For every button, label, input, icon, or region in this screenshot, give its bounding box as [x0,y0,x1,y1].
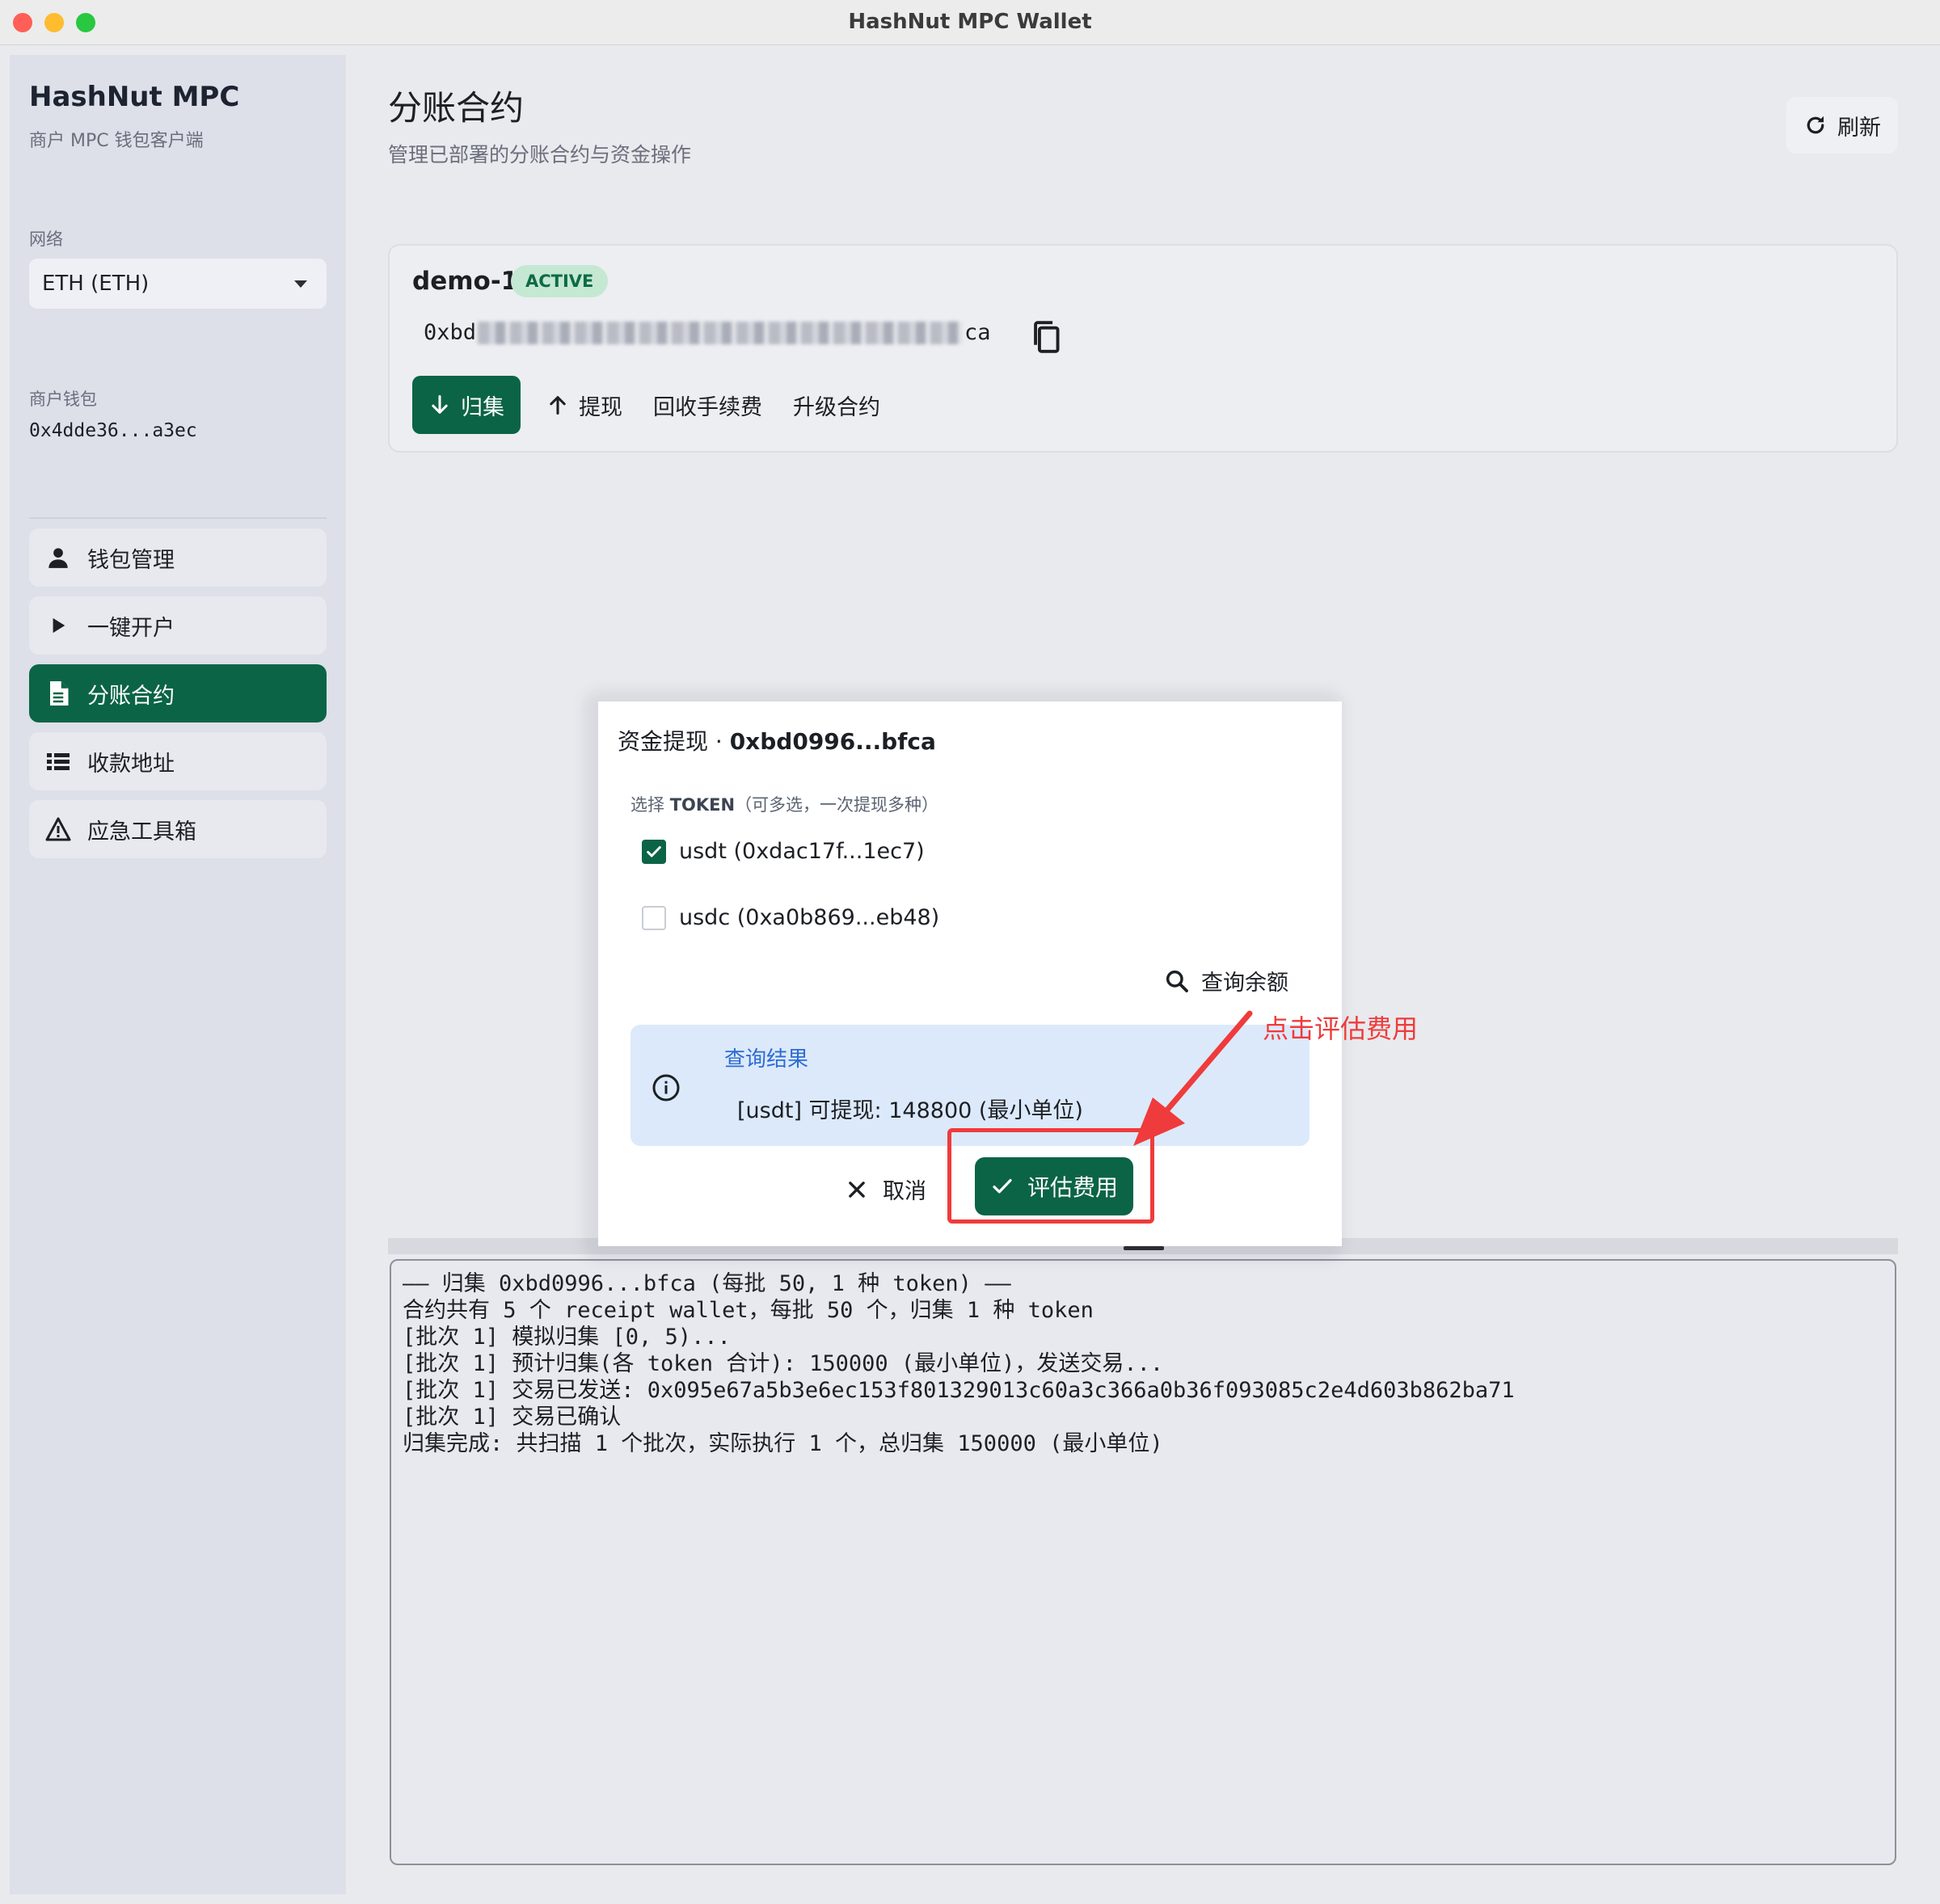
cancel-label: 取消 [883,1179,926,1204]
sidebar-item-split-contracts[interactable]: 分账合约 [29,664,327,722]
arrow-up-icon [550,396,566,415]
query-balance-button[interactable]: 查询余额 [1164,965,1288,996]
log-line: [批次 1] 交易已发送: 0x095e67a5b3e6ec153f801329… [403,1378,1515,1403]
sidebar-divider [29,517,327,519]
withdraw-label: 提现 [579,394,622,420]
status-badge: ACTIVE [511,265,609,297]
page-title: 分账合约 [388,88,525,128]
withdraw-button[interactable]: 提现 [535,376,634,434]
contract-name: demo-1 [412,267,519,296]
sidebar-item-label: 分账合约 [87,683,175,709]
query-balance-label: 查询余额 [1201,971,1288,996]
close-icon [849,1181,865,1198]
token-option-label: usdc (0xa0b869...eb48) [679,905,940,930]
log-line: 归集完成: 共扫描 1 个批次，实际执行 1 个，总归集 150000 (最小单… [403,1431,1163,1456]
window-titlebar: HashNut MPC Wallet [0,0,1940,45]
person-icon [45,545,71,571]
list-icon [45,748,71,774]
sidebar-item-label: 应急工具箱 [87,819,196,845]
token-option-usdc[interactable]: usdc (0xa0b869...eb48) [642,905,939,930]
window-title: HashNut MPC Wallet [848,10,1092,34]
check-icon [647,845,661,857]
dialog-title: 资金提现 · 0xbd0996...bfca [618,724,936,756]
page-subtitle: 管理已部署的分账合约与资金操作 [388,143,692,166]
warning-icon [45,816,71,842]
network-label: 网络 [29,230,63,249]
play-icon [45,613,71,638]
document-icon [45,680,71,706]
refresh-button[interactable]: 刷新 [1786,97,1898,154]
network-select[interactable]: ETH (ETH) [29,259,327,309]
log-output[interactable]: —— 归集 0xbd0996...bfca (每批 50, 1 种 token)… [390,1259,1896,1865]
refresh-label: 刷新 [1837,115,1881,141]
log-line: [批次 1] 模拟归集 [0, 5)... [403,1325,731,1350]
info-icon [652,1074,680,1102]
cancel-button[interactable]: 取消 [846,1173,926,1205]
app-name: HashNut MPC [29,81,240,113]
collect-label: 归集 [461,394,504,420]
address-redacted [478,321,964,344]
checkbox-checked[interactable] [642,839,666,864]
sidebar-item-receiving-addresses[interactable]: 收款地址 [29,732,327,790]
upgrade-contract-label: 升级合约 [793,394,880,420]
contract-actions: 归集 提现 回收手续费 升级合约 [412,375,900,435]
query-result-title: 查询结果 [724,1047,809,1072]
network-value: ETH (ETH) [42,272,150,296]
token-label-bold: TOKEN [669,795,736,815]
wallet-label: 商户钱包 [29,390,97,409]
sidebar-item-label: 一键开户 [87,615,175,641]
token-label-prefix: 选择 [630,795,670,815]
log-line: [批次 1] 预计归集(各 token 合计): 150000 (最小单位)，发… [403,1351,1164,1376]
reclaim-fee-label: 回收手续费 [653,394,762,420]
wallet-address: 0x4dde36...a3ec [29,420,197,441]
token-select-label: 选择 TOKEN（可多选，一次提现多种） [630,792,938,816]
sidebar-item-one-click-onboarding[interactable]: 一键开户 [29,596,327,655]
sidebar-item-label: 收款地址 [87,751,175,777]
address-suffix: ca [964,320,991,345]
query-result-text: [usdt] 可提现: 148800 (最小单位) [737,1098,1083,1123]
token-label-suffix: （可多选，一次提现多种） [735,795,939,815]
reclaim-fee-button[interactable]: 回收手续费 [642,376,774,434]
contract-address: 0xbd ca [424,320,991,345]
contract-card: demo-1 ACTIVE 0xbd ca 归集 提现 回收手续费 升级合约 [388,244,1898,453]
token-option-label: usdt (0xdac17f...1ec7) [679,839,925,864]
sidebar: HashNut MPC 商户 MPC 钱包客户端 网络 ETH (ETH) 商户… [10,55,346,1894]
sidebar-item-emergency-toolbox[interactable]: 应急工具箱 [29,800,327,858]
sidebar-item-label: 钱包管理 [87,547,175,573]
dialog-title-prefix: 资金提现 · [618,728,730,755]
annotation-text: 点击评估费用 [1263,1013,1419,1044]
checkbox-unchecked[interactable] [642,905,666,930]
log-line: 合约共有 5 个 receipt wallet，每批 50 个，归集 1 种 t… [403,1298,1094,1323]
sidebar-item-wallet-management[interactable]: 钱包管理 [29,529,327,587]
token-option-usdt[interactable]: usdt (0xdac17f...1ec7) [642,839,925,864]
log-line: —— 归集 0xbd0996...bfca (每批 50, 1 种 token)… [403,1271,1011,1296]
copy-icon[interactable] [1030,320,1064,354]
arrow-down-icon [432,394,448,414]
app-subtitle: 商户 MPC 钱包客户端 [29,131,204,151]
search-icon [1166,970,1188,992]
address-prefix: 0xbd [424,320,477,345]
chevron-down-icon [294,280,307,288]
log-line: [批次 1] 交易已确认 [403,1405,622,1430]
refresh-icon [1807,116,1824,134]
collect-button[interactable]: 归集 [412,376,521,434]
upgrade-contract-button[interactable]: 升级合约 [782,376,892,434]
dialog-title-address: 0xbd0996...bfca [729,728,936,755]
annotation-arrow [1133,1010,1253,1146]
